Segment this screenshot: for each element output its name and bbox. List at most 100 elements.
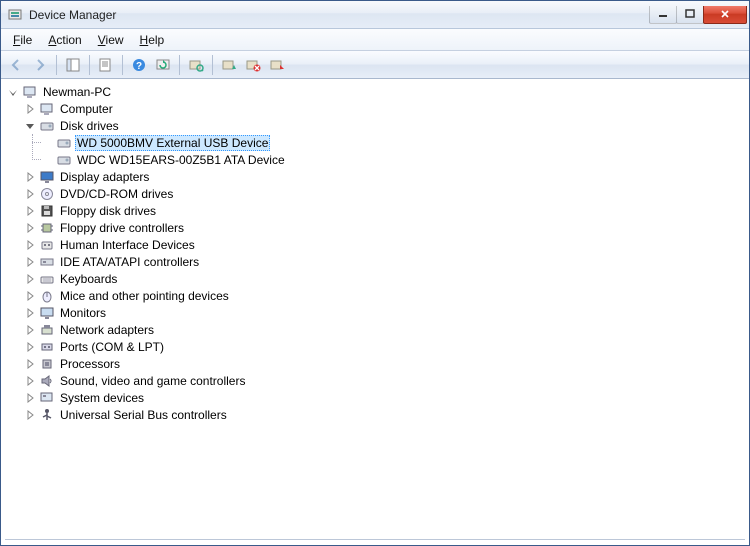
expand-icon[interactable] (24, 341, 36, 353)
category-label: Floppy drive controllers (58, 221, 186, 235)
expand-icon[interactable] (24, 324, 36, 336)
system-icon (39, 390, 55, 406)
cpu-icon (39, 356, 55, 372)
tree-category[interactable]: Floppy drive controllers (24, 219, 743, 236)
category-label: Floppy disk drives (58, 204, 158, 218)
computer-icon (39, 101, 55, 117)
usb-icon (39, 407, 55, 423)
titlebar: Device Manager (1, 1, 749, 29)
disable-button[interactable] (266, 54, 288, 76)
monitor-icon (39, 305, 55, 321)
app-icon (7, 7, 23, 23)
category-label: Ports (COM & LPT) (58, 340, 166, 354)
category-label: Mice and other pointing devices (58, 289, 231, 303)
toolbar-separator (89, 55, 90, 75)
ide-icon (39, 254, 55, 270)
disk-icon (56, 135, 72, 151)
expand-icon[interactable] (24, 171, 36, 183)
tree-category[interactable]: Network adapters (24, 321, 743, 338)
collapse-icon[interactable] (24, 120, 36, 132)
device-tree[interactable]: Newman-PC Computer Disk drivesWD 5000BMV … (1, 79, 749, 545)
category-label: Computer (58, 102, 115, 116)
mouse-icon (39, 288, 55, 304)
window-controls (650, 6, 747, 24)
category-label: Monitors (58, 306, 108, 320)
toolbar-separator (56, 55, 57, 75)
scan-button[interactable] (185, 54, 207, 76)
minimize-button[interactable] (649, 6, 677, 24)
category-label: Keyboards (58, 272, 119, 286)
tree-device[interactable]: WD 5000BMV External USB Device (41, 134, 743, 151)
tree-category[interactable]: IDE ATA/ATAPI controllers (24, 253, 743, 270)
tree-category[interactable]: Mice and other pointing devices (24, 287, 743, 304)
tree-device[interactable]: WDC WD15EARS-00Z5B1 ATA Device (41, 151, 743, 168)
expand-icon[interactable] (24, 256, 36, 268)
tree-category[interactable]: Monitors (24, 304, 743, 321)
category-label: IDE ATA/ATAPI controllers (58, 255, 201, 269)
tree-category[interactable]: Floppy disk drives (24, 202, 743, 219)
device-label: WDC WD15EARS-00Z5B1 ATA Device (75, 153, 287, 167)
refresh-button[interactable] (152, 54, 174, 76)
expand-icon[interactable] (24, 409, 36, 421)
expand-icon[interactable] (24, 188, 36, 200)
toolbar: ? (1, 51, 749, 79)
menu-view[interactable]: View (90, 31, 132, 49)
category-label: DVD/CD-ROM drives (58, 187, 175, 201)
expand-icon[interactable] (24, 392, 36, 404)
network-icon (39, 322, 55, 338)
disk-icon (39, 118, 55, 134)
tree-category[interactable]: DVD/CD-ROM drives (24, 185, 743, 202)
display-icon (39, 169, 55, 185)
tree-category[interactable]: Universal Serial Bus controllers (24, 406, 743, 423)
tree-category[interactable]: Sound, video and game controllers (24, 372, 743, 389)
collapse-icon[interactable] (7, 86, 19, 98)
tree-category[interactable]: Computer (24, 100, 743, 117)
tree-category[interactable]: Display adapters (24, 168, 743, 185)
expand-icon[interactable] (24, 358, 36, 370)
back-button[interactable] (5, 54, 27, 76)
tree-category[interactable]: Ports (COM & LPT) (24, 338, 743, 355)
hid-icon (39, 237, 55, 253)
category-label: Sound, video and game controllers (58, 374, 247, 388)
content-border (5, 539, 745, 541)
uninstall-button[interactable] (242, 54, 264, 76)
chip-icon (39, 220, 55, 236)
maximize-button[interactable] (676, 6, 704, 24)
menubar: File Action View Help (1, 29, 749, 51)
expand-icon[interactable] (24, 103, 36, 115)
menu-file[interactable]: File (5, 31, 40, 49)
menu-help[interactable]: Help (132, 31, 173, 49)
port-icon (39, 339, 55, 355)
computer-icon (22, 84, 38, 100)
tree-category[interactable]: Disk drives (24, 117, 743, 134)
expand-icon[interactable] (24, 205, 36, 217)
menu-action[interactable]: Action (40, 31, 89, 49)
expand-icon[interactable] (24, 239, 36, 251)
expand-icon[interactable] (24, 375, 36, 387)
forward-button[interactable] (29, 54, 51, 76)
tree-category[interactable]: Human Interface Devices (24, 236, 743, 253)
tree-category[interactable]: System devices (24, 389, 743, 406)
tree-category[interactable]: Processors (24, 355, 743, 372)
tree-category[interactable]: Keyboards (24, 270, 743, 287)
category-label: Network adapters (58, 323, 156, 337)
expand-icon[interactable] (24, 307, 36, 319)
close-button[interactable] (703, 6, 747, 24)
floppy-icon (39, 203, 55, 219)
expand-icon[interactable] (24, 290, 36, 302)
disk-icon (56, 152, 72, 168)
console-tree-button[interactable] (62, 54, 84, 76)
category-label: Disk drives (58, 119, 121, 133)
expand-icon[interactable] (24, 222, 36, 234)
sound-icon (39, 373, 55, 389)
update-driver-button[interactable] (218, 54, 240, 76)
dvd-icon (39, 186, 55, 202)
help-button[interactable]: ? (128, 54, 150, 76)
tree-root[interactable]: Newman-PC (7, 83, 743, 100)
properties-button[interactable] (95, 54, 117, 76)
category-label: System devices (58, 391, 146, 405)
expand-icon[interactable] (24, 273, 36, 285)
category-label: Universal Serial Bus controllers (58, 408, 229, 422)
toolbar-separator (122, 55, 123, 75)
category-label: Processors (58, 357, 122, 371)
